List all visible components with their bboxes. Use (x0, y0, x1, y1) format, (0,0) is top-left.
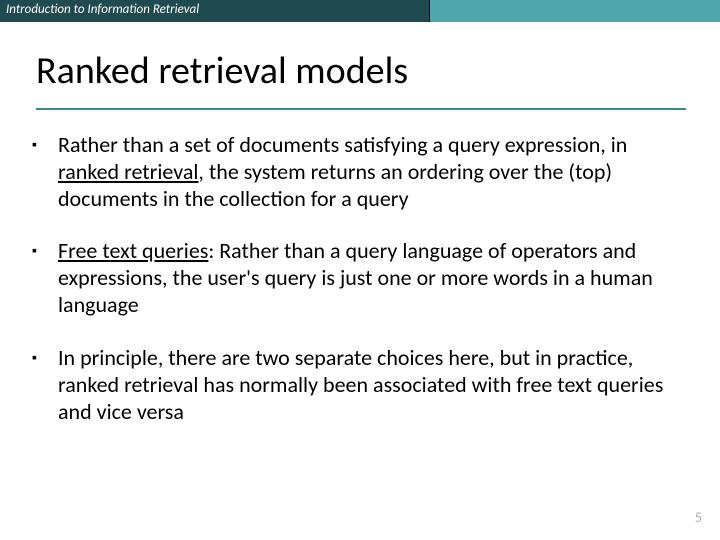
bullet-text-pre: Rather than a set of documents satisfyin… (58, 131, 627, 158)
slide-body: Rather than a set of documents satisfyin… (0, 110, 720, 425)
bullet-text-underline: Free text queries (58, 237, 208, 264)
bullet-text-pre: In principle, there are two separate cho… (58, 344, 663, 425)
bullet-text-underline: ranked retrieval (58, 158, 198, 185)
bullet-item: In principle, there are two separate cho… (52, 345, 682, 425)
bullet-item: Free text queries: Rather than a query l… (52, 238, 682, 318)
header-label: Introduction to Information Retrieval (0, 0, 430, 22)
header-bar: Introduction to Information Retrieval (0, 0, 720, 22)
page-number: 5 (695, 509, 702, 526)
slide-title: Ranked retrieval models (36, 52, 686, 92)
bullet-item: Rather than a set of documents satisfyin… (52, 132, 682, 212)
header-accent (430, 0, 720, 22)
